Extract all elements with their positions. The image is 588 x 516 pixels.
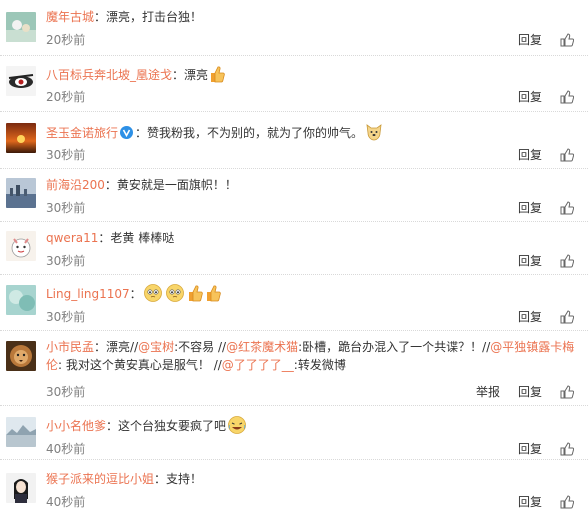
comment-time: 30秒前 [46, 254, 86, 268]
repost-text: : 我对这个黄安真心是服气！ // [58, 358, 222, 372]
comment-text: 漂亮 [184, 68, 209, 82]
comment-time: 20秒前 [46, 33, 86, 47]
thumbs-up-icon[interactable] [560, 147, 575, 162]
comment-item: 猴子派来的逗比小姐：支持！ 40秒前 回复 [0, 460, 588, 516]
thumbs-up-icon[interactable] [560, 384, 575, 399]
pleading-emoji-icon [143, 283, 163, 303]
comment-time: 40秒前 [46, 442, 86, 456]
comment-item: Ling_ling1107： 30秒前 回复 [0, 275, 588, 331]
comment-text: 赞我粉我，不为别的，就为了你的帅气。 [147, 126, 364, 140]
thumbs-up-icon[interactable] [560, 494, 575, 509]
repost-text: 漂亮// [106, 340, 139, 354]
comment-text: 漂亮，打击台独！ [106, 10, 203, 24]
reply-button[interactable]: 回复 [518, 440, 542, 457]
comment-item: 魔年古城：漂亮，打击台独！ 20秒前 回复 [0, 0, 588, 56]
thumbs-up-emoji-icon [187, 284, 203, 302]
comment-item: 小市民孟：漂亮//@宝树:不容易 //@红茶魔术猫:卧槽，跪台办混入了一个共谍？… [0, 331, 588, 406]
comment-item: 前海沿200：黄安就是一面旗帜！！ 30秒前 回复 [0, 169, 588, 222]
comment-text: 黄安就是一面旗帜！！ [116, 178, 237, 192]
comment-username[interactable]: 魔年古城 [46, 10, 94, 24]
comment-time: 20秒前 [46, 90, 86, 104]
comment-list: 魔年古城：漂亮，打击台独！ 20秒前 回复 八百标兵奔北坡_凰途戈：漂亮 20秒… [0, 0, 588, 516]
reply-button[interactable]: 回复 [518, 308, 542, 325]
comment-item: 八百标兵奔北坡_凰途戈：漂亮 20秒前 回复 [0, 56, 588, 112]
reply-button[interactable]: 回复 [518, 199, 542, 216]
comment-username[interactable]: qwera11 [46, 231, 98, 245]
comment-item: 小小名他爹：这个台独女要疯了吧 40秒前 回复 [0, 406, 588, 460]
comment-username[interactable]: 小市民孟 [46, 340, 94, 354]
thumbs-up-icon[interactable] [560, 89, 575, 104]
reply-button[interactable]: 回复 [518, 88, 542, 105]
mention-link[interactable]: @宝树 [138, 340, 174, 354]
comment-username[interactable]: 小小名他爹 [46, 419, 106, 433]
reply-button[interactable]: 回复 [518, 31, 542, 48]
comment-text: 老黄 棒棒哒 [110, 231, 175, 245]
comment-time: 30秒前 [46, 310, 86, 324]
thumbs-up-emoji-icon [209, 65, 225, 83]
comment-item: 圣玉金诺旅行 ：赞我粉我，不为别的，就为了你的帅气。 30秒前 回复 [0, 112, 588, 169]
comment-time: 40秒前 [46, 495, 86, 509]
thumbs-up-icon[interactable] [560, 32, 575, 47]
report-button[interactable]: 举报 [476, 383, 500, 400]
comment-text: 支持！ [166, 472, 203, 486]
thumbs-up-icon[interactable] [560, 200, 575, 215]
verified-v-icon [120, 126, 134, 139]
thumbs-up-icon[interactable] [560, 441, 575, 456]
comment-username[interactable]: 八百标兵奔北坡_凰途戈 [46, 68, 172, 82]
avatar[interactable] [6, 285, 36, 315]
avatar[interactable] [6, 417, 36, 447]
thumbs-up-emoji-icon [205, 284, 221, 302]
repost-text: :不容易 // [174, 340, 227, 354]
reply-button[interactable]: 回复 [518, 383, 542, 400]
thumbs-up-icon[interactable] [560, 253, 575, 268]
avatar[interactable] [6, 231, 36, 261]
comment-time: 30秒前 [46, 148, 86, 162]
repost-text: :转发微博 [293, 358, 346, 372]
repost-text: :卧槽，跪台办混入了一个共谍？！// [298, 340, 491, 354]
reply-button[interactable]: 回复 [518, 252, 542, 269]
avatar[interactable] [6, 178, 36, 208]
dog-emoji-icon [364, 122, 384, 142]
comment-username[interactable]: 前海沿200 [46, 178, 105, 192]
comment-username[interactable]: 圣玉金诺旅行 [46, 126, 118, 140]
reply-button[interactable]: 回复 [518, 493, 542, 510]
avatar[interactable] [6, 341, 36, 371]
comment-username[interactable]: 猴子派来的逗比小姐 [46, 472, 154, 486]
laughing-tears-emoji-icon [227, 415, 247, 435]
thumbs-up-icon[interactable] [560, 309, 575, 324]
comment-time: 30秒前 [46, 201, 86, 215]
comment-username[interactable]: Ling_ling1107 [46, 287, 130, 301]
avatar[interactable] [6, 12, 36, 42]
mention-link[interactable]: @了了了了__ [222, 358, 294, 372]
avatar[interactable] [6, 473, 36, 503]
comment-item: qwera11：老黄 棒棒哒 30秒前 回复 [0, 222, 588, 275]
avatar[interactable] [6, 66, 36, 96]
mention-link[interactable]: @红茶魔术猫 [226, 340, 298, 354]
reply-button[interactable]: 回复 [518, 146, 542, 163]
avatar[interactable] [6, 123, 36, 153]
pleading-emoji-icon [165, 283, 185, 303]
comment-time: 30秒前 [46, 385, 86, 399]
comment-text: 这个台独女要疯了吧 [118, 419, 227, 433]
